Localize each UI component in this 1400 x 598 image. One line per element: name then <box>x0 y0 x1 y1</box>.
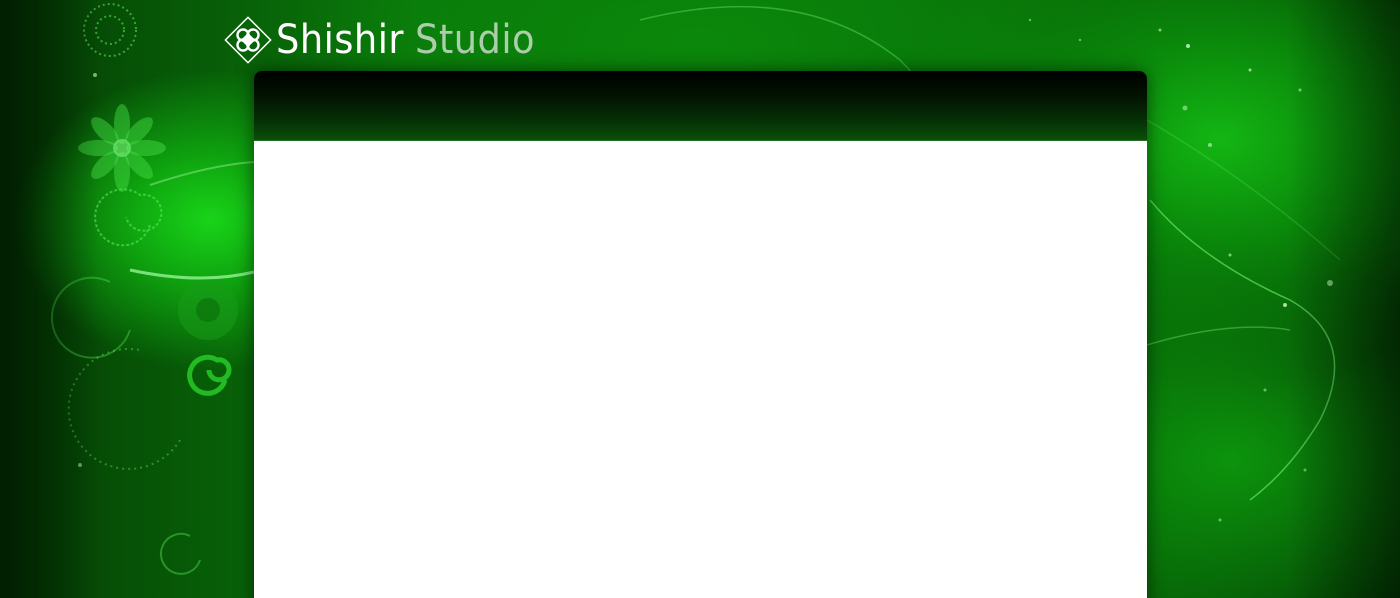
clover-diamond-icon <box>224 16 272 64</box>
page-background: Shishir Studio <box>0 0 1400 598</box>
content-panel <box>254 71 1147 598</box>
content-panel-body <box>254 141 1147 598</box>
brand-name-second: Studio <box>415 17 535 63</box>
brand-name-first: Shishir <box>276 17 404 63</box>
content-panel-header <box>254 71 1147 141</box>
site-logo[interactable]: Shishir Studio <box>222 12 558 68</box>
brand-name: Shishir Studio <box>276 14 535 66</box>
